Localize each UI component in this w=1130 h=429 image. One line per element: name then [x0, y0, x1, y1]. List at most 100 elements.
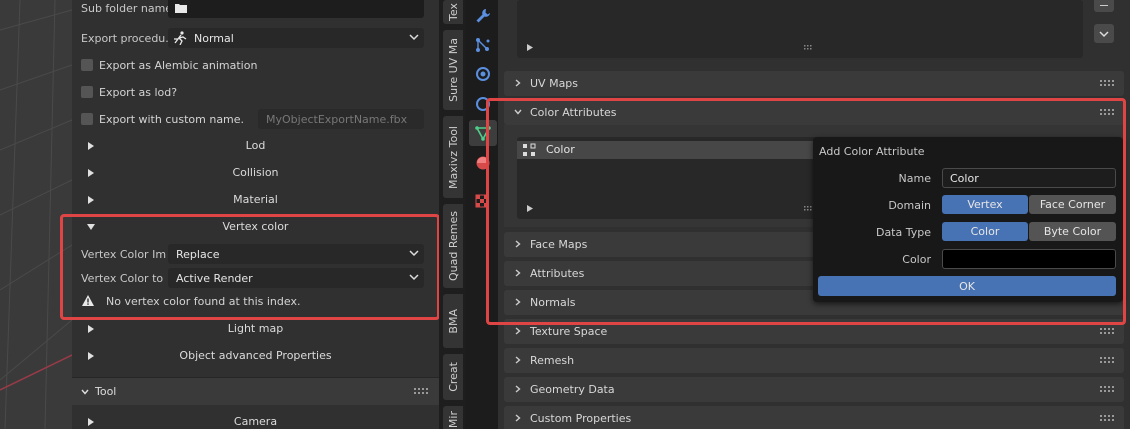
panel-color-attributes-title: Color Attributes: [530, 106, 617, 119]
section-vertex-color[interactable]: Vertex color: [72, 215, 439, 239]
section-object-advanced[interactable]: Object advanced Properties: [72, 344, 439, 368]
sub-folder-row: Sub folder name:: [72, 0, 439, 19]
data-type-option-color[interactable]: Color: [942, 222, 1028, 241]
vc-to-row: Vertex Color to Active Render: [72, 267, 439, 289]
chevron-down-icon: [409, 34, 419, 41]
remove-button[interactable]: [1094, 0, 1114, 12]
panel-texture-space[interactable]: Texture Space: [504, 319, 1124, 344]
resize-grip-icon[interactable]: [804, 45, 814, 50]
tab-maxivz-tool[interactable]: Maxivz Tool: [443, 116, 463, 198]
export-procedure-label: Export procedu...: [81, 31, 176, 45]
constraints-icon[interactable]: [474, 94, 492, 112]
lod-checkbox-row[interactable]: Export as lod?: [72, 81, 439, 103]
expand-arrow-icon: [88, 352, 94, 360]
drag-handle-icon[interactable]: [1100, 415, 1114, 421]
folder-icon: [175, 4, 187, 13]
color-attributes-list[interactable]: Color: [517, 137, 817, 219]
popup-title: Add Color Attribute: [819, 145, 925, 158]
panel-color-attributes[interactable]: Color Attributes: [504, 100, 1124, 125]
data-tab-active[interactable]: [469, 120, 497, 146]
section-camera[interactable]: Camera: [72, 410, 439, 429]
sub-folder-input[interactable]: [168, 0, 424, 18]
expand-arrow-icon: [88, 142, 94, 150]
expand-arrow-icon: [88, 196, 94, 204]
chevron-right-icon: [515, 240, 521, 248]
tab-sure-uv-map[interactable]: Sure UV Ma: [443, 30, 463, 110]
physics-icon[interactable]: [474, 65, 492, 83]
chevron-down-icon: [1099, 31, 1109, 38]
tab-mirror[interactable]: Mir: [443, 406, 463, 429]
panel-uv-maps-title: UV Maps: [530, 77, 579, 90]
custom-name-checkbox[interactable]: [81, 113, 93, 125]
particles-icon[interactable]: [474, 36, 492, 54]
section-object-advanced-label: Object advanced Properties: [179, 349, 332, 362]
alembic-checkbox-row[interactable]: Export as Alembic animation: [72, 54, 439, 76]
specials-menu-button[interactable]: [1094, 24, 1114, 43]
data-type-option-byte-color[interactable]: Byte Color: [1029, 222, 1116, 241]
section-camera-label: Camera: [233, 415, 278, 428]
collapse-arrow-icon: [87, 224, 95, 230]
drag-handle-icon[interactable]: [1100, 357, 1114, 363]
alembic-checkbox[interactable]: [81, 59, 93, 71]
drag-handle-icon[interactable]: [1100, 80, 1114, 86]
ok-button[interactable]: OK: [818, 276, 1116, 296]
vc-to-dropdown[interactable]: Active Render: [168, 268, 424, 288]
color-swatch[interactable]: [942, 249, 1116, 269]
export-procedure-dropdown[interactable]: Normal: [168, 28, 424, 48]
section-vertex-color-label: Vertex color: [222, 220, 289, 233]
chevron-down-icon: [409, 274, 419, 281]
vc-import-row: Vertex Color Im Replace: [72, 243, 439, 265]
tab-quad-remesh[interactable]: Quad Remes: [443, 204, 463, 288]
panel-geometry-data[interactable]: Geometry Data: [504, 377, 1124, 402]
tool-panel-title: Tool: [95, 385, 117, 398]
tab-bma[interactable]: BMA: [443, 294, 463, 348]
vc-import-label: Vertex Color Im: [81, 247, 167, 261]
panel-texture-space-title: Texture Space: [530, 325, 608, 338]
custom-name-placeholder: MyObjectExportName.fbx: [266, 112, 408, 126]
export-panel: Sub folder name: Export procedu... Norma…: [72, 0, 439, 429]
tab-create[interactable]: Creat: [443, 354, 463, 400]
section-light-map[interactable]: Light map: [72, 317, 439, 341]
chevron-right-icon: [515, 385, 521, 393]
chevron-right-icon: [515, 269, 521, 277]
run-figure-icon: [174, 31, 187, 45]
warning-icon: [82, 295, 94, 306]
wrench-icon[interactable]: [474, 7, 492, 25]
3d-viewport[interactable]: [0, 0, 72, 429]
tool-panel-header[interactable]: Tool: [72, 377, 439, 405]
custom-name-checkbox-label: Export with custom name.: [99, 112, 245, 126]
domain-option-vertex[interactable]: Vertex: [942, 195, 1028, 214]
lod-checkbox[interactable]: [81, 86, 93, 98]
expand-arrow-icon: [88, 169, 94, 177]
name-input[interactable]: Color: [942, 168, 1116, 188]
panel-uv-maps[interactable]: UV Maps: [504, 71, 1124, 96]
export-procedure-value: Normal: [194, 31, 234, 45]
top-list-box[interactable]: [517, 0, 1083, 58]
tab-tex[interactable]: Tex: [443, 0, 463, 24]
chevron-down-icon: [514, 109, 522, 115]
chevron-down-icon: [81, 389, 89, 395]
section-material[interactable]: Material: [72, 188, 439, 212]
vc-import-dropdown[interactable]: Replace: [168, 244, 424, 264]
name-label: Name: [898, 172, 931, 185]
custom-name-input[interactable]: MyObjectExportName.fbx: [258, 109, 424, 129]
domain-option-face-corner[interactable]: Face Corner: [1029, 195, 1116, 214]
vc-import-value: Replace: [176, 247, 220, 261]
drag-handle-icon[interactable]: [414, 388, 428, 394]
panel-attributes-title: Attributes: [530, 267, 585, 280]
panel-remesh[interactable]: Remesh: [504, 348, 1124, 373]
panel-custom-properties[interactable]: Custom Properties: [504, 406, 1124, 429]
texture-icon[interactable]: [474, 193, 492, 211]
material-icon[interactable]: [474, 154, 492, 172]
list-item[interactable]: Color: [517, 141, 817, 159]
color-label: Color: [902, 253, 931, 266]
sidebar-tabs: Tex Sure UV Ma Maxivz Tool Quad Remes BM…: [439, 0, 465, 429]
drag-handle-icon[interactable]: [1100, 328, 1114, 334]
section-lod[interactable]: Lod: [72, 134, 439, 158]
vertex-color-icon: [523, 143, 536, 156]
section-collision[interactable]: Collision: [72, 161, 439, 185]
play-arrow-icon[interactable]: [527, 205, 533, 212]
play-arrow-icon[interactable]: [527, 44, 533, 51]
drag-handle-icon[interactable]: [1100, 386, 1114, 392]
drag-handle-icon[interactable]: [1100, 109, 1114, 115]
